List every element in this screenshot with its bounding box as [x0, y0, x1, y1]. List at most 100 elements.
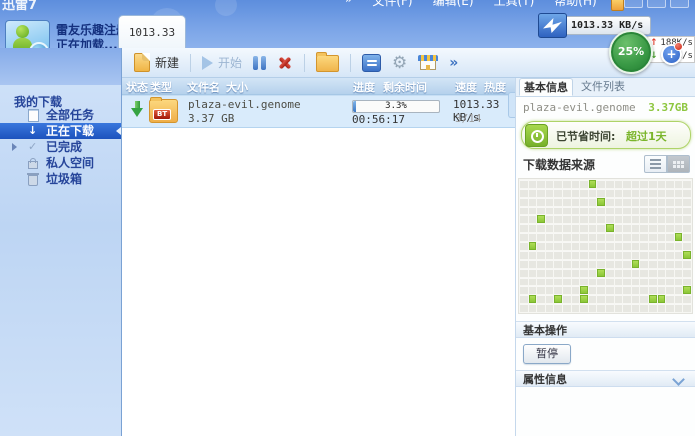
new-task-button[interactable]: 新建: [134, 53, 179, 72]
col-size[interactable]: 大小: [226, 79, 248, 95]
menu-file[interactable]: 文件(F): [372, 0, 412, 10]
grid-cell: [520, 269, 528, 277]
speed-tab[interactable]: 1013.33 KB/s: [118, 15, 186, 49]
col-status[interactable]: 状态: [126, 79, 148, 95]
grid-cell: [554, 304, 562, 312]
sidebar-item-private-space[interactable]: 私人空间: [0, 155, 121, 171]
menu-help[interactable]: 帮助(H): [554, 0, 596, 10]
grid-cell: [623, 180, 631, 188]
grid-cell: [563, 233, 571, 241]
grid-cell: [580, 189, 588, 197]
task-manager-button[interactable]: [362, 54, 381, 72]
remaining-time: 00:56:17: [352, 113, 405, 126]
pause-toolbar-button[interactable]: [253, 56, 266, 70]
start-button[interactable]: 开始: [202, 54, 242, 71]
props-section-header[interactable]: 属性信息: [516, 370, 695, 387]
grid-cell: [520, 286, 528, 294]
grid-cell: [580, 260, 588, 268]
grid-cell: [529, 233, 537, 241]
grid-cell: [580, 242, 588, 250]
expander-icon[interactable]: [12, 143, 17, 151]
grid-cell: [649, 269, 657, 277]
grid-cell: [597, 278, 605, 286]
col-filename[interactable]: 文件名: [187, 79, 220, 95]
grid-cell: [529, 189, 537, 197]
grid-cell: [563, 198, 571, 206]
grid-cell: [580, 233, 588, 241]
grid-cell: [675, 207, 683, 215]
grid-view-toggle[interactable]: [667, 155, 690, 173]
grid-cell: [640, 260, 648, 268]
sidebar: 我的下载 全部任务 ↓ 正在下载 ✓ 已完成 私人空间 垃圾箱: [0, 85, 121, 436]
grid-cell: [683, 269, 691, 277]
grid-cell: [683, 224, 691, 232]
store-button[interactable]: [418, 55, 438, 71]
grid-cell: [554, 224, 562, 232]
list-view-toggle[interactable]: [644, 155, 667, 173]
col-speed[interactable]: 速度: [455, 79, 477, 95]
minimize-button[interactable]: [624, 0, 643, 8]
menu-overflow-icon[interactable]: »: [345, 0, 352, 10]
grid-cell: [675, 251, 683, 259]
grid-cell: [606, 269, 614, 277]
grid-cell: [632, 189, 640, 197]
grid-cell: [623, 278, 631, 286]
grid-cell: [606, 304, 614, 312]
list-icon: [362, 54, 381, 72]
grid-cell: [520, 224, 528, 232]
menu-tools[interactable]: 工具(T): [494, 0, 535, 10]
grid-cell: [572, 207, 580, 215]
sidebar-item-downloading[interactable]: ↓ 正在下载: [0, 123, 121, 139]
tab-basic-info[interactable]: 基本信息: [519, 78, 573, 96]
toolbar-more-button[interactable]: »: [449, 55, 458, 71]
sidebar-item-trash[interactable]: 垃圾箱: [0, 171, 121, 187]
grid-cell: [597, 233, 605, 241]
grid-cell: [546, 242, 554, 250]
grid-cell: [683, 215, 691, 223]
grid-cell: [615, 304, 623, 312]
col-type[interactable]: 类型: [150, 79, 172, 95]
settings-button[interactable]: ⚙: [392, 55, 407, 71]
grid-cell: [554, 260, 562, 268]
grid-cell: [658, 278, 666, 286]
grid-cell: [563, 180, 571, 188]
col-progress[interactable]: 进度: [353, 79, 375, 95]
bird-icon: [543, 18, 562, 33]
grid-cell: [675, 189, 683, 197]
grid-cell: [572, 278, 580, 286]
sidebar-item-label: 全部任务: [46, 108, 94, 122]
maximize-button[interactable]: [647, 0, 666, 8]
grid-cell: [520, 198, 528, 206]
sidebar-item-all-tasks[interactable]: 全部任务: [0, 107, 121, 123]
grid-cell: [666, 269, 674, 277]
col-heat[interactable]: 热度: [484, 79, 506, 95]
delete-button[interactable]: [277, 55, 293, 71]
grid-cell-active: [683, 251, 691, 259]
ratio-badge[interactable]: 25%: [609, 30, 653, 74]
grid-cell: [597, 251, 605, 259]
grid-cell: [615, 207, 623, 215]
grid-cell: [529, 251, 537, 259]
task-filename: plaza-evil.genome: [188, 98, 301, 111]
grid-cell: [666, 286, 674, 294]
grid-cell: [623, 215, 631, 223]
pause-button[interactable]: 暂停: [523, 344, 571, 364]
task-row[interactable]: BT plaza-evil.genome 3.37 GB 3.3% 00:56:…: [122, 95, 515, 128]
ops-section-header[interactable]: 基本操作: [516, 321, 695, 338]
col-remaining[interactable]: 剩余时间: [383, 79, 427, 95]
grid-cell: [623, 198, 631, 206]
grid-cell: [615, 260, 623, 268]
grid-cell: [537, 304, 545, 312]
grid-cell: [683, 207, 691, 215]
sidebar-item-completed[interactable]: ✓ 已完成: [0, 139, 121, 155]
menu-edit[interactable]: 编辑(E): [433, 0, 474, 10]
tab-file-list[interactable]: 文件列表: [576, 78, 630, 96]
skin-icon[interactable]: [611, 0, 624, 11]
grid-cell: [520, 278, 528, 286]
grid-cell: [666, 180, 674, 188]
close-button[interactable]: [670, 0, 689, 8]
open-folder-button[interactable]: [316, 53, 339, 72]
saved-time-value[interactable]: 超过1天: [626, 128, 667, 144]
grid-cell: [632, 233, 640, 241]
grid-cell: [546, 233, 554, 241]
